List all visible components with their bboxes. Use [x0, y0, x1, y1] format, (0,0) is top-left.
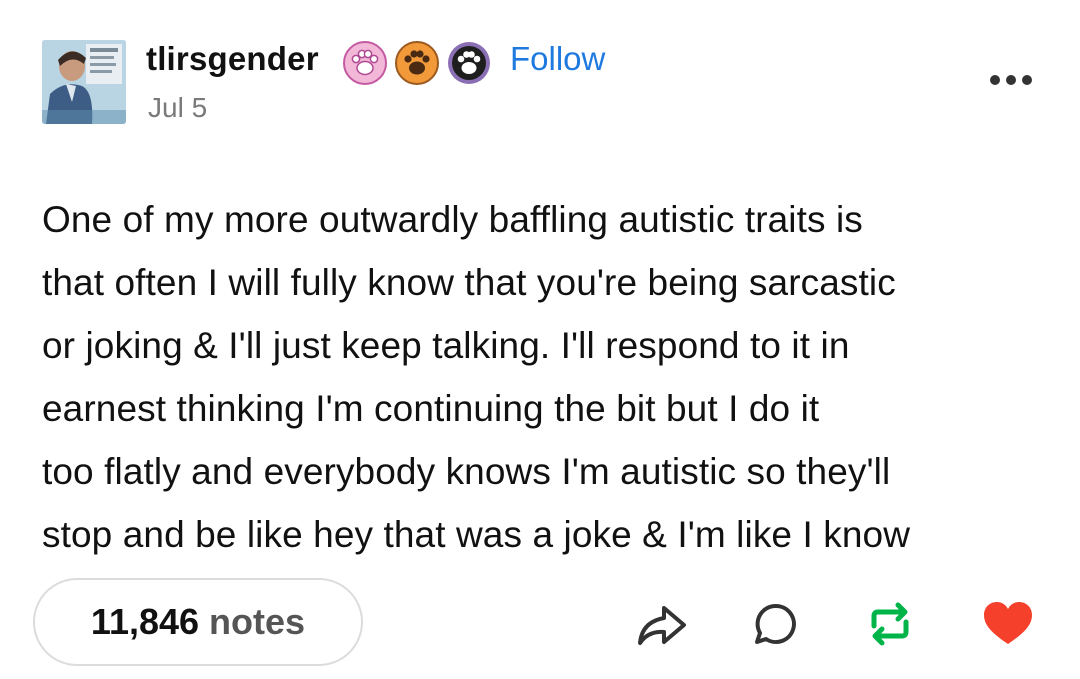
like-icon[interactable] [980, 596, 1036, 652]
follow-button[interactable]: Follow [510, 40, 605, 78]
badges [343, 41, 491, 85]
avatar[interactable] [42, 40, 126, 124]
notes-button[interactable]: 11,846 notes [33, 578, 363, 666]
orange-paw-badge-icon[interactable] [395, 41, 439, 85]
notes-label: notes [209, 601, 306, 642]
body-line: stop and be like hey that was a joke & I… [42, 514, 911, 555]
body-line: too flatly and everybody knows I'm autis… [42, 451, 891, 492]
reblog-icon[interactable] [862, 596, 918, 652]
more-options-icon[interactable] [990, 68, 1042, 92]
post-body: One of my more outwardly baffling autist… [42, 188, 1052, 566]
notes-count: 11,846 [90, 601, 200, 642]
body-line: One of my more outwardly baffling autist… [42, 199, 863, 240]
body-line: that often I will fully know that you're… [42, 262, 896, 303]
username[interactable]: tlirsgender [146, 40, 319, 78]
reply-icon[interactable] [748, 596, 804, 652]
share-icon[interactable] [634, 596, 690, 652]
post-card: tlirsgender Follow Jul 5 One of my more … [0, 0, 1080, 679]
body-line: earnest thinking I'm continuing the bit … [42, 388, 820, 429]
dark-paw-badge-icon[interactable] [447, 41, 491, 85]
pink-paw-badge-icon[interactable] [343, 41, 387, 85]
post-date[interactable]: Jul 5 [148, 92, 207, 124]
body-line: or joking & I'll just keep talking. I'll… [42, 325, 850, 366]
